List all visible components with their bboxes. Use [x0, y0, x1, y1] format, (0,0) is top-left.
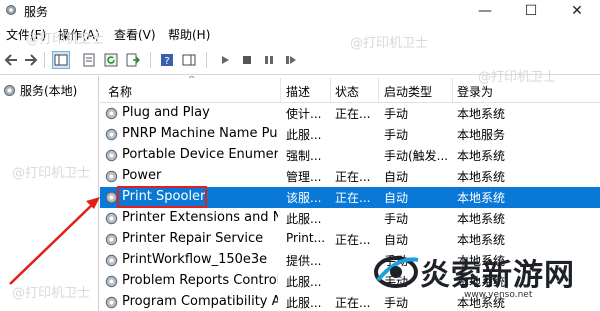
service-row[interactable]: Plug and Play 使计... 正在... 手动 本地系统	[100, 103, 600, 124]
service-gear-icon	[105, 212, 118, 225]
service-gear-icon	[105, 107, 118, 120]
service-logon-as: 本地系统	[457, 212, 506, 226]
column-header-description[interactable]: 描述	[286, 83, 310, 100]
service-startup-type: 手动(触发...	[384, 149, 449, 163]
action-pane-icon[interactable]	[180, 51, 198, 69]
service-row[interactable]: Printer Extensions and N... 此服... 手动 本地系统	[100, 208, 600, 229]
tree-item-label: 服务(本地)	[20, 83, 78, 98]
service-row[interactable]: Portable Device Enumera... 强制... 手动(触发... 本…	[100, 145, 600, 166]
service-name: Portable Device Enumera...	[122, 147, 278, 162]
show-console-tree-icon[interactable]	[52, 51, 70, 69]
service-startup-type: 自动	[384, 191, 409, 205]
maximize-button[interactable]: ☐	[508, 0, 554, 22]
service-name: Printer Extensions and N...	[122, 210, 278, 225]
service-startup-type: 手动	[384, 212, 409, 226]
service-name: Power	[122, 168, 162, 183]
watermark-text: @打印机卫士	[12, 286, 91, 301]
export-list-icon[interactable]	[124, 51, 142, 69]
highlight-box	[117, 186, 207, 208]
service-gear-icon	[105, 128, 118, 141]
service-startup-type: 自动	[384, 170, 409, 184]
title-bar: 服务 — ☐ ✕	[0, 0, 600, 22]
service-description: 此服...	[286, 275, 322, 289]
service-description: 此服...	[286, 296, 322, 310]
service-description: 此服...	[286, 212, 322, 226]
watermark-text: @打印机卫士	[478, 70, 557, 85]
refresh-icon[interactable]	[102, 51, 120, 69]
service-description: 该服...	[286, 191, 322, 205]
service-gear-icon	[105, 296, 118, 309]
services-gear-icon	[4, 84, 15, 96]
service-logon-as: 本地服务	[457, 128, 506, 142]
service-description: Print...	[286, 231, 326, 245]
service-startup-type: 手动	[384, 107, 409, 121]
service-logon-as: 本地系统	[457, 149, 506, 163]
logo-url: www.yenso.net	[464, 290, 533, 300]
window-title: 服务	[24, 5, 49, 19]
watermark-text: @打印机卫士	[350, 36, 429, 51]
console-tree: 服务(本地)	[0, 76, 99, 311]
service-row[interactable]: PNRP Machine Name Pu... 此服... 手动 本地服务	[100, 124, 600, 145]
watermark-text: @打印机卫士	[12, 166, 91, 181]
column-header-startup-type[interactable]: 启动类型	[384, 83, 432, 100]
service-status: 正在...	[335, 107, 371, 121]
tree-item-services-local[interactable]: 服务(本地)	[2, 81, 77, 99]
service-description: 提供...	[286, 254, 322, 268]
site-logo: 炎索新游网 www.yenso.net	[372, 246, 594, 306]
service-logon-as: 本地系统	[457, 191, 506, 205]
service-name: Program Compatibility A...	[122, 294, 278, 309]
help-icon[interactable]: ?	[158, 51, 176, 69]
stop-service-icon[interactable]	[238, 51, 256, 69]
service-gear-icon	[105, 233, 118, 246]
watermark-text: @打印机卫士	[26, 32, 105, 47]
menu-view[interactable]: 查看(V)	[114, 26, 156, 43]
service-gear-icon	[105, 170, 118, 183]
service-gear-icon	[105, 149, 118, 162]
pause-service-icon[interactable]	[260, 51, 278, 69]
column-header-logon-as[interactable]: 登录为	[457, 83, 493, 100]
column-header-status[interactable]: 状态	[335, 83, 359, 100]
forward-arrow-icon[interactable]	[22, 51, 40, 69]
service-name: Problem Reports Control...	[122, 273, 278, 288]
svg-text:?: ?	[164, 56, 169, 67]
minimize-button[interactable]: —	[462, 0, 508, 22]
restart-service-icon[interactable]	[282, 51, 300, 69]
service-name: PNRP Machine Name Pu...	[122, 126, 278, 141]
properties-icon[interactable]	[80, 51, 98, 69]
column-header-name[interactable]: 名称	[108, 83, 132, 100]
services-gear-icon	[6, 5, 16, 15]
menu-help[interactable]: 帮助(H)	[168, 26, 210, 43]
service-status: 正在...	[335, 296, 371, 310]
service-description: 此服...	[286, 128, 322, 142]
sort-up-icon: ^	[188, 76, 196, 85]
service-logon-as: 本地系统	[457, 107, 506, 121]
service-description: 管理...	[286, 170, 322, 184]
logo-text: 炎索新游网	[420, 258, 575, 293]
service-status: 正在...	[335, 170, 371, 184]
service-status: 正在...	[335, 233, 371, 247]
service-status: 正在...	[335, 191, 371, 205]
service-name: PrintWorkflow_150e3e	[122, 252, 268, 267]
service-description: 使计...	[286, 107, 322, 121]
service-startup-type: 手动	[384, 128, 409, 142]
service-gear-icon	[105, 254, 118, 267]
service-logon-as: 本地系统	[457, 170, 506, 184]
logo-swirl-icon	[374, 256, 419, 288]
service-description: 强制...	[286, 149, 322, 163]
service-name: Plug and Play	[122, 105, 210, 120]
service-name: Printer Repair Service	[122, 231, 264, 246]
start-service-icon[interactable]	[216, 51, 234, 69]
service-gear-icon	[105, 275, 118, 288]
service-row[interactable]: Power 管理... 正在... 自动 本地系统	[100, 166, 600, 187]
back-arrow-icon[interactable]	[2, 51, 20, 69]
close-button[interactable]: ✕	[554, 0, 600, 22]
